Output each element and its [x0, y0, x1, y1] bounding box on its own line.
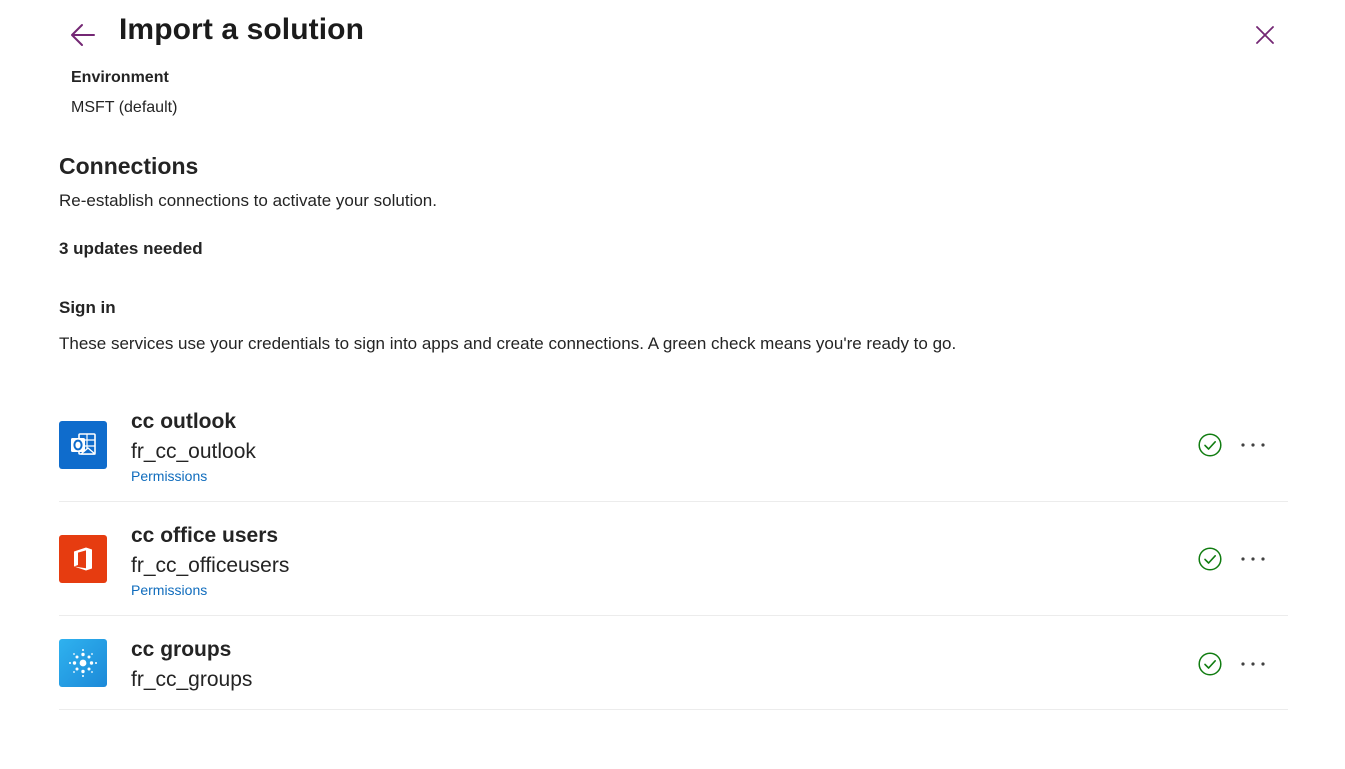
updates-needed-count: 3 updates needed [59, 239, 203, 258]
more-icon [1241, 443, 1265, 447]
service-name: cc outlook [131, 410, 237, 433]
check-circle-icon [1198, 652, 1222, 676]
more-options-button[interactable] [1238, 652, 1268, 676]
more-icon [1241, 557, 1265, 561]
panel-header: Import a solution [0, 0, 1345, 66]
arrow-left-icon [71, 24, 95, 46]
connection-name: fr_cc_groups [131, 668, 253, 691]
connection-row-office-users: cc office users fr_cc_officeusers Permis… [59, 516, 1288, 616]
sign-in-description: These services use your credentials to s… [59, 334, 957, 353]
back-button[interactable] [66, 18, 100, 52]
service-name: cc office users [131, 524, 279, 547]
more-options-button[interactable] [1238, 547, 1268, 571]
check-circle-icon [1198, 433, 1222, 457]
connection-name: fr_cc_officeusers [131, 554, 290, 577]
connection-row-groups: cc groups fr_cc_groups [59, 630, 1288, 710]
more-icon [1241, 662, 1265, 666]
environment-label: Environment [71, 69, 169, 86]
connections-heading: Connections [59, 153, 199, 179]
connection-name: fr_cc_outlook [131, 440, 256, 463]
service-name: cc groups [131, 638, 232, 661]
office-icon [59, 535, 107, 583]
page-title: Import a solution [119, 13, 365, 46]
groups-icon [59, 639, 107, 687]
more-options-button[interactable] [1238, 433, 1268, 457]
sign-in-heading: Sign in [59, 298, 116, 317]
outlook-icon [59, 421, 107, 469]
permissions-link[interactable]: Permissions [131, 582, 207, 598]
import-solution-panel: Import a solution Environment MSFT (defa… [0, 0, 1345, 769]
check-circle-icon [1198, 547, 1222, 571]
connection-row-outlook: cc outlook fr_cc_outlook Permissions [59, 402, 1288, 502]
close-icon [1256, 26, 1274, 44]
environment-value: MSFT (default) [71, 99, 178, 116]
connections-description: Re-establish connections to activate you… [59, 191, 437, 210]
close-button[interactable] [1250, 20, 1280, 50]
permissions-link[interactable]: Permissions [131, 468, 207, 484]
